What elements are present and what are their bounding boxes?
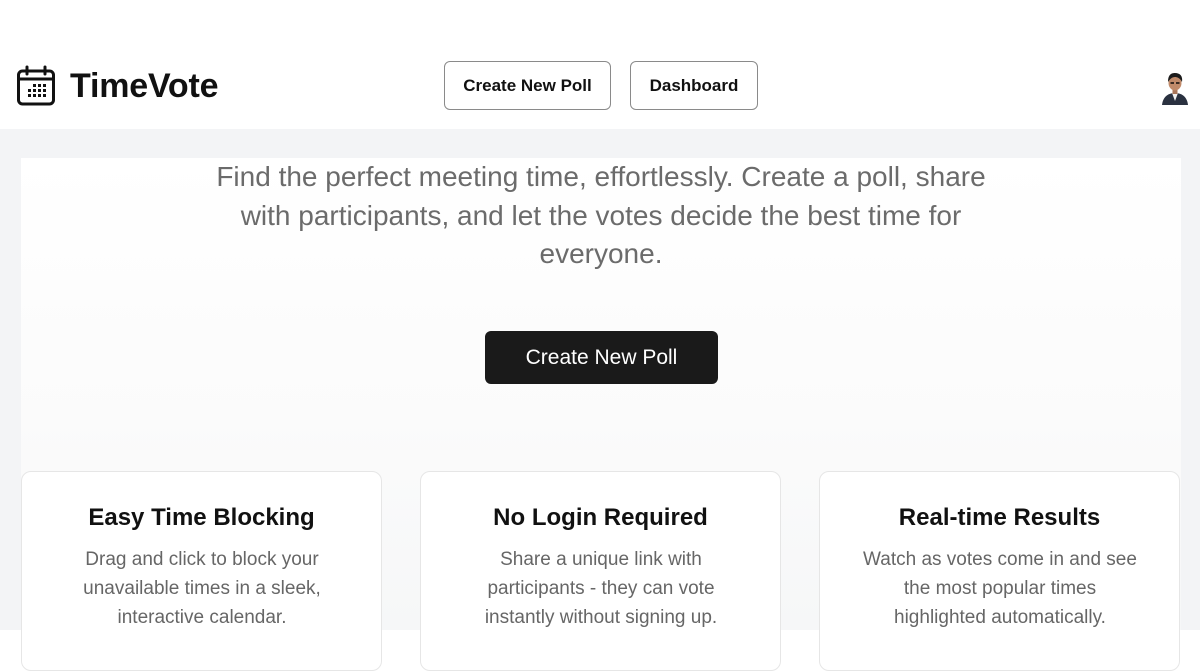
nav-dashboard-button[interactable]: Dashboard	[630, 61, 758, 110]
avatar-image	[1162, 73, 1188, 105]
hero-tagline: Find the perfect meeting time, effortles…	[216, 161, 986, 269]
feature-title: Easy Time Blocking	[88, 504, 315, 531]
nav-create-poll-button[interactable]: Create New Poll	[444, 61, 611, 110]
feature-title: Real-time Results	[898, 504, 1101, 531]
hero-section: Find the perfect meeting time, effortles…	[21, 158, 1181, 671]
app-name: TimeVote	[70, 66, 219, 105]
brand-logo[interactable]: TimeVote	[16, 62, 218, 110]
feature-description: Watch as votes come in and see the most …	[863, 549, 1137, 628]
site-header: TimeVote Create New Poll Dashboard	[0, 0, 1200, 129]
main-content: Find the perfect meeting time, effortles…	[0, 129, 1200, 671]
feature-title: No Login Required	[493, 504, 708, 531]
feature-description: Drag and click to block your unavailable…	[83, 549, 321, 628]
user-avatar[interactable]	[1159, 71, 1191, 105]
calendar-icon	[17, 65, 55, 106]
feature-card: No Login Required Share a unique link wi…	[420, 471, 781, 671]
feature-card: Real-time Results Watch as votes come in…	[819, 471, 1180, 671]
create-poll-cta-button[interactable]: Create New Poll	[485, 331, 718, 384]
feature-card: Easy Time Blocking Drag and click to blo…	[21, 471, 382, 671]
feature-description: Share a unique link with participants - …	[484, 549, 718, 628]
